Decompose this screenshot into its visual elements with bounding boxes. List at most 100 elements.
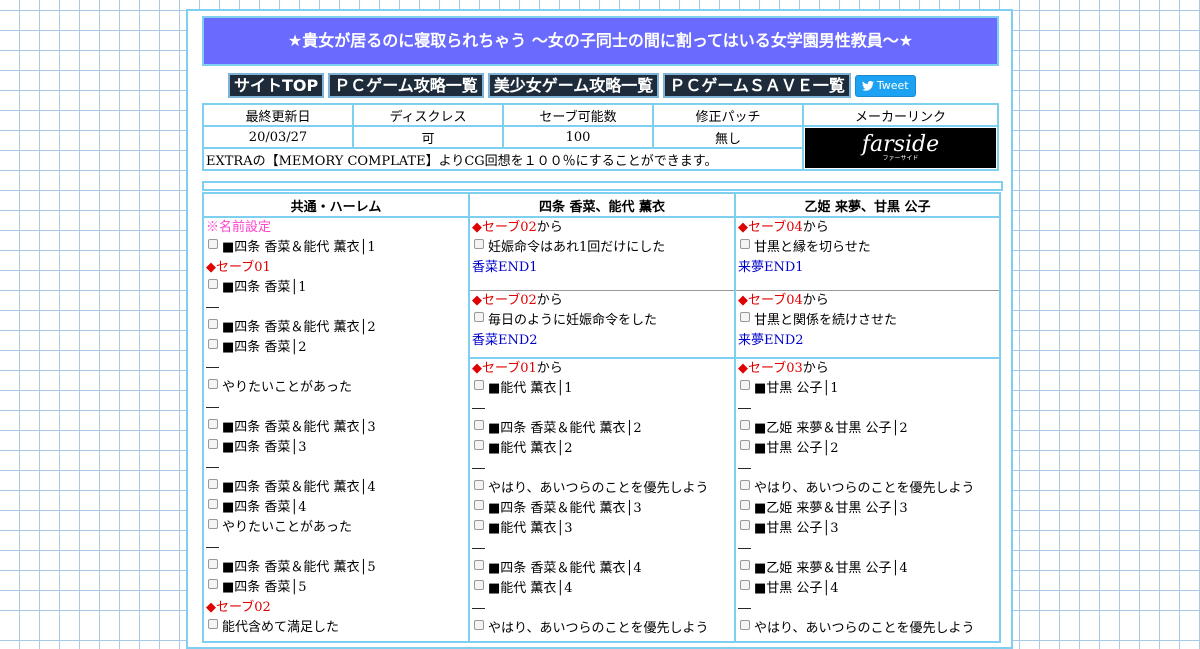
choice-text: 能代含めて満足した bbox=[222, 620, 340, 635]
nav-bishoujo-game-list[interactable]: 美少女ゲーム攻略一覧 bbox=[487, 73, 660, 98]
checkbox[interactable] bbox=[740, 500, 750, 510]
checkbox[interactable] bbox=[474, 520, 484, 530]
separator-dash: ― bbox=[738, 601, 751, 616]
route-column-raimu-kimiko: ◆セーブ04 から 甘黒と縁を切らせた 来夢END1 ◆セーブ04 から 甘黒と関係… bbox=[734, 216, 1001, 643]
nav-site-top[interactable]: サイトTOP bbox=[228, 73, 325, 98]
separator-dash: ― bbox=[206, 300, 219, 315]
save-marker: ◆セーブ02 bbox=[206, 600, 271, 615]
checkbox[interactable] bbox=[208, 379, 218, 389]
checkbox[interactable] bbox=[208, 319, 218, 329]
separator-dash: ― bbox=[738, 401, 751, 416]
checkbox[interactable] bbox=[740, 312, 750, 322]
from-label: から bbox=[536, 220, 563, 235]
choice-text: ■能代 薫衣│1 bbox=[488, 381, 573, 396]
choice-item: 妊娠命令はあれ1回だけにした bbox=[472, 238, 734, 258]
choice-item: ■甘黒 公子│1 bbox=[738, 379, 999, 399]
checkbox[interactable] bbox=[740, 520, 750, 530]
checkbox[interactable] bbox=[740, 440, 750, 450]
choice-text: ■四条 香菜＆能代 薫衣│4 bbox=[488, 561, 642, 576]
checkbox[interactable] bbox=[208, 619, 218, 629]
divider bbox=[202, 181, 1003, 191]
checkbox[interactable] bbox=[740, 620, 750, 630]
choice-item: ■四条 香菜＆能代 薫衣│5 bbox=[206, 558, 468, 578]
checkbox[interactable] bbox=[474, 440, 484, 450]
choice-item: やりたいことがあった bbox=[206, 378, 468, 398]
checkbox[interactable] bbox=[474, 580, 484, 590]
checkbox[interactable] bbox=[208, 519, 218, 529]
choice-text: ■四条 香菜│5 bbox=[222, 580, 307, 595]
checkbox[interactable] bbox=[208, 419, 218, 429]
checkbox[interactable] bbox=[208, 499, 218, 509]
checkbox[interactable] bbox=[208, 279, 218, 289]
maker-logo-link[interactable]: farside ファーサイド bbox=[805, 128, 996, 168]
choice-text: ■甘黒 公子│2 bbox=[754, 441, 839, 456]
choice-item: やはり、あいつらのことを優先しよう bbox=[472, 619, 734, 639]
checkbox[interactable] bbox=[740, 239, 750, 249]
choice-text: 妊娠命令はあれ1回だけにした bbox=[488, 240, 666, 255]
choice-text: ■四条 香菜＆能代 薫衣│1 bbox=[222, 240, 376, 255]
choice-item: 能代含めて満足した bbox=[206, 618, 468, 638]
choice-text: ■乙姫 来夢＆甘黒 公子│3 bbox=[754, 501, 908, 516]
header-save-slots: セーブ可能数 bbox=[502, 103, 654, 127]
choice-item: ■四条 香菜＆能代 薫衣│4 bbox=[472, 559, 734, 579]
choice-text: ■乙姫 来夢＆甘黒 公子│4 bbox=[754, 561, 908, 576]
route-block: ◆セーブ03 から ■甘黒 公子│1 ― ■乙姫 来夢＆甘黒 公子│2 ■甘黒 公… bbox=[736, 359, 999, 641]
nav-pc-game-list[interactable]: ＰＣゲーム攻略一覧 bbox=[328, 73, 484, 98]
header-patch: 修正パッチ bbox=[652, 103, 804, 127]
checkbox[interactable] bbox=[474, 620, 484, 630]
route-header-raimu-kimiko: 乙姫 来夢、甘黒 公子 bbox=[734, 192, 1001, 218]
choice-item: ■四条 香菜│2 bbox=[206, 338, 468, 358]
checkbox[interactable] bbox=[740, 420, 750, 430]
choice-text: ■乙姫 来夢＆甘黒 公子│2 bbox=[754, 421, 908, 436]
checkbox[interactable] bbox=[474, 480, 484, 490]
page-title: ★貴女が居るのに寝取られちゃう ～女の子同士の間に割ってはいる女学園男性教員～★ bbox=[202, 16, 999, 66]
ending-label: 来夢END1 bbox=[738, 260, 804, 275]
checkbox[interactable] bbox=[740, 380, 750, 390]
tweet-button[interactable]: Tweet bbox=[854, 74, 916, 97]
checkbox[interactable] bbox=[740, 560, 750, 570]
choice-text: やはり、あいつらのことを優先しよう bbox=[754, 621, 975, 636]
name-setting-note: ※名前設定 bbox=[206, 220, 272, 235]
twitter-bird-icon bbox=[861, 80, 874, 91]
checkbox[interactable] bbox=[474, 500, 484, 510]
checkbox[interactable] bbox=[474, 239, 484, 249]
choice-text: 甘黒と関係を続けさせた bbox=[754, 313, 898, 328]
checkbox[interactable] bbox=[740, 580, 750, 590]
checkbox[interactable] bbox=[474, 560, 484, 570]
separator-dash: ― bbox=[206, 360, 219, 375]
choice-item: ■四条 香菜＆能代 薫衣│2 bbox=[206, 318, 468, 338]
choice-text: ■能代 薫衣│3 bbox=[488, 521, 573, 536]
value-patch: 無し bbox=[652, 125, 804, 149]
from-label: から bbox=[802, 361, 829, 376]
checkbox[interactable] bbox=[208, 559, 218, 569]
choice-item: ■四条 香菜＆能代 薫衣│3 bbox=[472, 499, 734, 519]
choice-text: やはり、あいつらのことを優先しよう bbox=[488, 621, 709, 636]
save-ref: ◆セーブ03 から bbox=[738, 359, 999, 379]
checkbox[interactable] bbox=[208, 579, 218, 589]
choice-item: ■四条 香菜＆能代 薫衣│4 bbox=[206, 478, 468, 498]
checkbox[interactable] bbox=[208, 479, 218, 489]
save-ref: ◆セーブ02 から bbox=[472, 291, 734, 311]
choice-item: ■乙姫 来夢＆甘黒 公子│3 bbox=[738, 499, 999, 519]
choice-item: やはり、あいつらのことを優先しよう bbox=[738, 619, 999, 639]
choice-item: やりたいことがあった bbox=[206, 518, 468, 538]
checkbox[interactable] bbox=[208, 439, 218, 449]
choice-item: ■乙姫 来夢＆甘黒 公子│2 bbox=[738, 419, 999, 439]
choice-item: ■能代 薫衣│4 bbox=[472, 579, 734, 599]
ending-label: 香菜END2 bbox=[472, 333, 538, 348]
choice-text: ■四条 香菜│4 bbox=[222, 500, 307, 515]
game-info-table: 最終更新日 ディスクレス セーブ可能数 修正パッチ メーカーリンク 20/03/… bbox=[202, 103, 999, 171]
checkbox[interactable] bbox=[208, 339, 218, 349]
choice-text: ■四条 香菜│3 bbox=[222, 440, 307, 455]
route-block: ◆セーブ02 から 妊娠命令はあれ1回だけにした 香菜END1 ◆セーブ02 から … bbox=[470, 218, 734, 359]
choice-item: ■四条 香菜＆能代 薫衣│1 bbox=[206, 238, 468, 258]
page-container: ★貴女が居るのに寝取られちゃう ～女の子同士の間に割ってはいる女学園男性教員～★… bbox=[186, 9, 1013, 649]
nav-pc-save-list[interactable]: ＰＣゲームＳＡＶＥ一覧 bbox=[663, 73, 851, 98]
choice-item: ■四条 香菜│4 bbox=[206, 498, 468, 518]
checkbox[interactable] bbox=[474, 420, 484, 430]
checkbox[interactable] bbox=[474, 380, 484, 390]
checkbox[interactable] bbox=[208, 239, 218, 249]
checkbox[interactable] bbox=[740, 480, 750, 490]
from-label: から bbox=[802, 293, 829, 308]
checkbox[interactable] bbox=[474, 312, 484, 322]
